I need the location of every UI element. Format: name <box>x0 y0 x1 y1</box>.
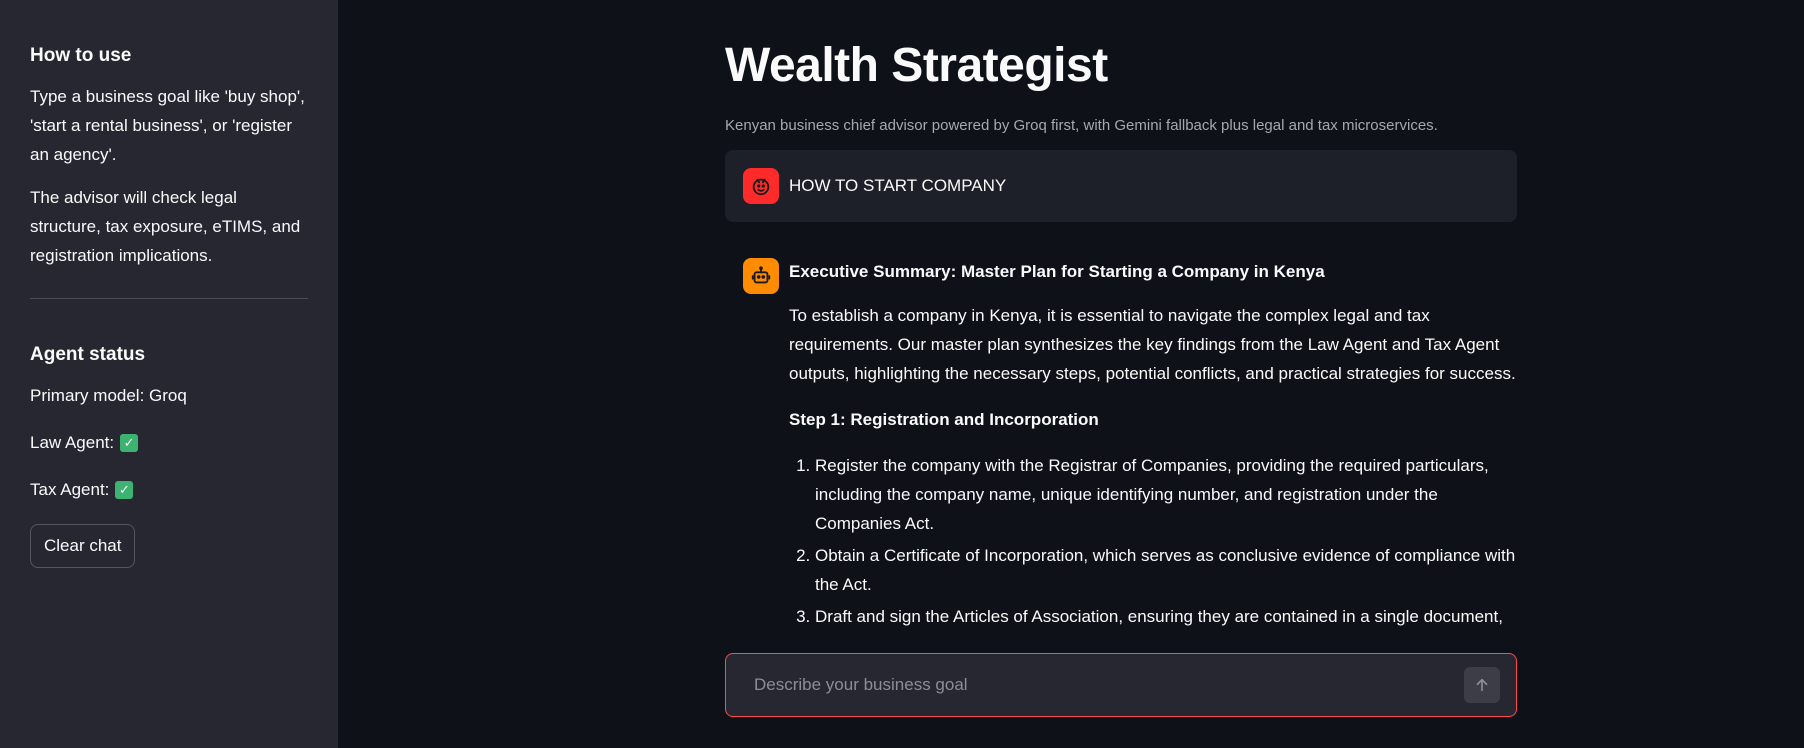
clear-chat-button[interactable]: Clear chat <box>30 524 136 568</box>
law-agent-label: Law Agent: <box>30 433 115 452</box>
law-agent-status: Law Agent: ✓ <box>30 428 308 457</box>
primary-model-text: Primary model: Groq <box>30 386 187 405</box>
list-item: Register the company with the Registrar … <box>815 451 1517 538</box>
tax-agent-label: Tax Agent: <box>30 480 110 499</box>
steps-list: Register the company with the Registrar … <box>789 451 1517 631</box>
user-message: HOW TO START COMPANY <box>725 150 1517 222</box>
robot-icon <box>743 258 779 294</box>
how-to-use-paragraph-2: The advisor will check legal structure, … <box>30 188 301 265</box>
assistant-heading: Executive Summary: Master Plan for Start… <box>789 262 1325 281</box>
primary-model-status: Primary model: Groq <box>30 381 308 410</box>
assistant-message-body: Executive Summary: Master Plan for Start… <box>789 258 1517 638</box>
list-item: Obtain a Certificate of Incorporation, w… <box>815 541 1517 599</box>
sidebar-divider <box>30 298 308 299</box>
smiley-face-icon <box>743 168 779 204</box>
list-item: Draft and sign the Articles of Associati… <box>815 602 1517 631</box>
step-title: Step 1: Registration and Incorporation <box>789 410 1099 429</box>
tax-agent-status: Tax Agent: ✓ <box>30 475 308 504</box>
arrow-up-icon <box>1473 676 1491 694</box>
how-to-use-title: How to use <box>30 45 132 66</box>
chat-input-container <box>725 653 1517 717</box>
main-content: Wealth Strategist Kenyan business chief … <box>725 30 1517 638</box>
assistant-intro: To establish a company in Kenya, it is e… <box>789 306 1516 383</box>
check-mark-icon: ✓ <box>120 433 139 452</box>
sidebar: How to use Type a business goal like 'bu… <box>0 0 338 748</box>
main-area: Wealth Strategist Kenyan business chief … <box>338 0 1804 748</box>
page-title: Wealth Strategist <box>725 39 1108 92</box>
check-mark-icon: ✓ <box>115 480 134 499</box>
user-message-text: HOW TO START COMPANY <box>789 176 1007 195</box>
assistant-message: Executive Summary: Master Plan for Start… <box>725 258 1517 638</box>
agent-status-title: Agent status <box>30 344 146 365</box>
how-to-use-paragraph-1: Type a business goal like 'buy shop', 's… <box>30 87 305 164</box>
app: How to use Type a business goal like 'bu… <box>0 0 1804 748</box>
send-button[interactable] <box>1464 667 1500 703</box>
chat-input[interactable] <box>752 674 1464 696</box>
page-subtitle: Kenyan business chief advisor powered by… <box>725 117 1438 134</box>
